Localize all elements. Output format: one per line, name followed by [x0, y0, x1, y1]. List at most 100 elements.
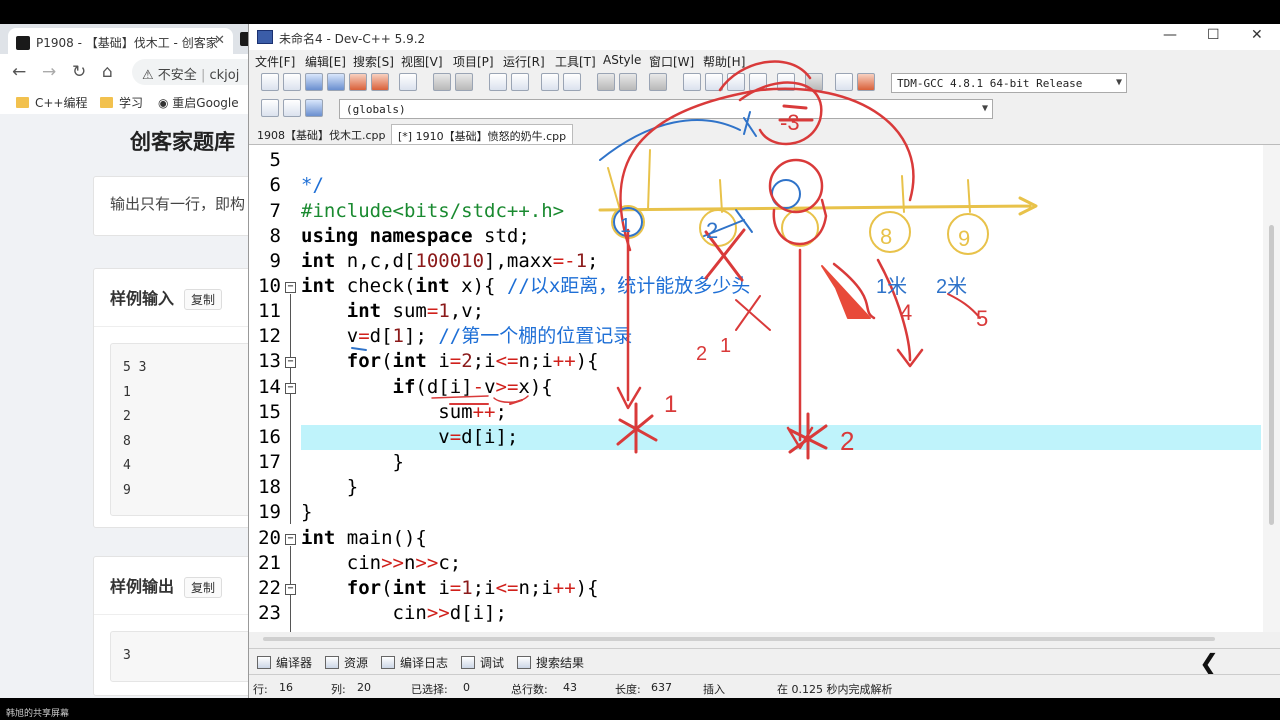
save-icon[interactable] — [305, 73, 323, 91]
code-line: int check(int x){ //以x距离，统计能放多少头 — [301, 275, 751, 297]
rebuild-icon[interactable] — [749, 73, 767, 91]
stop-icon[interactable] — [805, 73, 823, 91]
code-line: if(d[i]-v>=x){ — [392, 376, 553, 398]
code-line: int n,c,d[100010],maxx=-1; — [301, 250, 599, 272]
print-icon[interactable] — [399, 73, 417, 91]
browser-tab[interactable]: P1908 - 【基础】伐木工 - 创客家 ✕ — [8, 28, 233, 54]
code-line: for(int i=1;i<=n;i++){ — [346, 577, 599, 599]
horizontal-scrollbar[interactable] — [249, 632, 1280, 648]
fold-toggle[interactable]: − — [285, 282, 296, 293]
fold-toggle[interactable]: − — [285, 584, 296, 595]
new-file-icon[interactable] — [261, 73, 279, 91]
run-icon[interactable] — [705, 73, 723, 91]
close-file-icon[interactable] — [349, 73, 367, 91]
line-number: 12 — [258, 325, 281, 347]
site-favicon-icon — [16, 36, 30, 50]
copy-output-button[interactable]: 复制 — [184, 577, 223, 598]
status-bar: 行: 16 列: 20 已选择: 0 总行数: 43 长度: 637 插入 在 … — [249, 674, 1280, 698]
reload-icon[interactable]: ↻ — [72, 62, 86, 82]
status-sel-label: 已选择: — [411, 683, 448, 696]
chevron-left-icon[interactable]: ❮ — [1199, 649, 1219, 677]
bookmark-study[interactable]: 学习 — [100, 94, 143, 111]
redo-icon[interactable] — [455, 73, 473, 91]
forward-icon[interactable]: → — [42, 62, 56, 82]
resources-icon — [325, 656, 339, 669]
line-number: 17 — [258, 451, 281, 473]
file-tabs: 1908【基础】伐木工.cpp [*] 1910【基础】愤怒的奶牛.cpp — [249, 122, 1280, 144]
line-gutter: 5 6 7 8 9 10 11 12 13 14 15 16 17 18 19 … — [249, 145, 301, 632]
close-all-icon[interactable] — [371, 73, 389, 91]
debug-icon — [461, 656, 475, 669]
menu-bar: 文件[F] 编辑[E] 搜索[S] 视图[V] 项目[P] 运行[R] 工具[T… — [249, 50, 1280, 70]
scroll-track[interactable] — [263, 637, 1215, 641]
tab-file-1908[interactable]: 1908【基础】伐木工.cpp — [251, 124, 392, 144]
bookmark-cpp[interactable]: C++编程 — [16, 94, 88, 111]
tab-close-icon[interactable]: ✕ — [214, 33, 225, 48]
copy-input-button[interactable]: 复制 — [184, 289, 223, 310]
status-row-label: 行: — [253, 683, 268, 696]
scope-select[interactable]: (globals) ▼ — [339, 99, 993, 119]
goto-line-icon[interactable] — [541, 73, 559, 91]
indent-icon[interactable] — [597, 73, 615, 91]
menu-run[interactable]: 运行[R] — [503, 53, 545, 70]
status-len-label: 长度: — [615, 683, 641, 696]
home-icon[interactable]: ⌂ — [102, 62, 113, 82]
maximize-button[interactable]: ☐ — [1207, 27, 1220, 43]
line-number: 22 — [258, 577, 281, 599]
scroll-thumb[interactable] — [1269, 225, 1274, 525]
vertical-scrollbar[interactable] — [1263, 145, 1280, 632]
menu-search[interactable]: 搜索[S] — [353, 53, 394, 70]
delete-profile-icon[interactable] — [857, 73, 875, 91]
back-icon[interactable]: ← — [12, 62, 26, 82]
menu-help[interactable]: 帮助[H] — [703, 53, 745, 70]
toggle-bookmark-icon[interactable] — [283, 99, 301, 117]
status-mode: 插入 — [703, 683, 725, 696]
line-number: 23 — [258, 602, 281, 624]
menu-tools[interactable]: 工具[T] — [555, 53, 596, 70]
bookmark-restart-google[interactable]: ◉ 重启Google — [158, 94, 239, 111]
tab-file-1910[interactable]: [*] 1910【基础】愤怒的奶牛.cpp — [391, 124, 574, 144]
address-bar[interactable]: ⚠ 不安全 | ckjoj — [132, 59, 262, 85]
tab-compile-log[interactable]: 编译日志 — [381, 654, 448, 671]
tab-debug[interactable]: 调试 — [461, 654, 504, 671]
compile-run-icon[interactable] — [727, 73, 745, 91]
find-icon[interactable] — [489, 73, 507, 91]
code-line: for(int i=2;i<=n;i++){ — [346, 350, 599, 372]
insert-icon[interactable] — [261, 99, 279, 117]
minimize-button[interactable]: — — [1163, 27, 1177, 43]
line-number: 20 — [258, 527, 281, 549]
menu-astyle[interactable]: AStyle — [603, 53, 641, 67]
fold-toggle[interactable]: − — [285, 534, 296, 545]
code-editor[interactable]: 5 6 7 8 9 10 11 12 13 14 15 16 17 18 19 … — [249, 144, 1280, 632]
replace-icon[interactable] — [511, 73, 529, 91]
line-number: 9 — [269, 250, 281, 272]
toggle-comment-icon[interactable] — [649, 73, 667, 91]
menu-view[interactable]: 视图[V] — [401, 53, 443, 70]
folder-icon — [16, 97, 29, 108]
profile-icon[interactable] — [835, 73, 853, 91]
goto-function-icon[interactable] — [563, 73, 581, 91]
compiler-select[interactable]: TDM-GCC 4.8.1 64-bit Release ▼ — [891, 73, 1127, 93]
code-line: } — [301, 451, 404, 473]
unindent-icon[interactable] — [619, 73, 637, 91]
undo-icon[interactable] — [433, 73, 451, 91]
compile-icon[interactable] — [683, 73, 701, 91]
menu-edit[interactable]: 编辑[E] — [305, 53, 346, 70]
open-file-icon[interactable] — [283, 73, 301, 91]
fold-toggle[interactable]: − — [285, 383, 296, 394]
check-icon[interactable] — [777, 73, 795, 91]
menu-project[interactable]: 项目[P] — [453, 53, 494, 70]
menu-window[interactable]: 窗口[W] — [649, 53, 694, 70]
tab-resources[interactable]: 资源 — [325, 654, 368, 671]
line-number: 19 — [258, 501, 281, 523]
fold-toggle[interactable]: − — [285, 357, 296, 368]
menu-file[interactable]: 文件[F] — [255, 53, 295, 70]
code-area[interactable]: */ #include<bits/stdc++.h> using namespa… — [301, 145, 1261, 632]
tab-search-results[interactable]: 搜索结果 — [517, 654, 584, 671]
chevron-down-icon: ▼ — [1115, 77, 1122, 88]
close-button[interactable]: ✕ — [1251, 27, 1263, 43]
tab-compiler[interactable]: 编译器 — [257, 654, 312, 671]
goto-bookmark-icon[interactable] — [305, 99, 323, 117]
save-all-icon[interactable] — [327, 73, 345, 91]
